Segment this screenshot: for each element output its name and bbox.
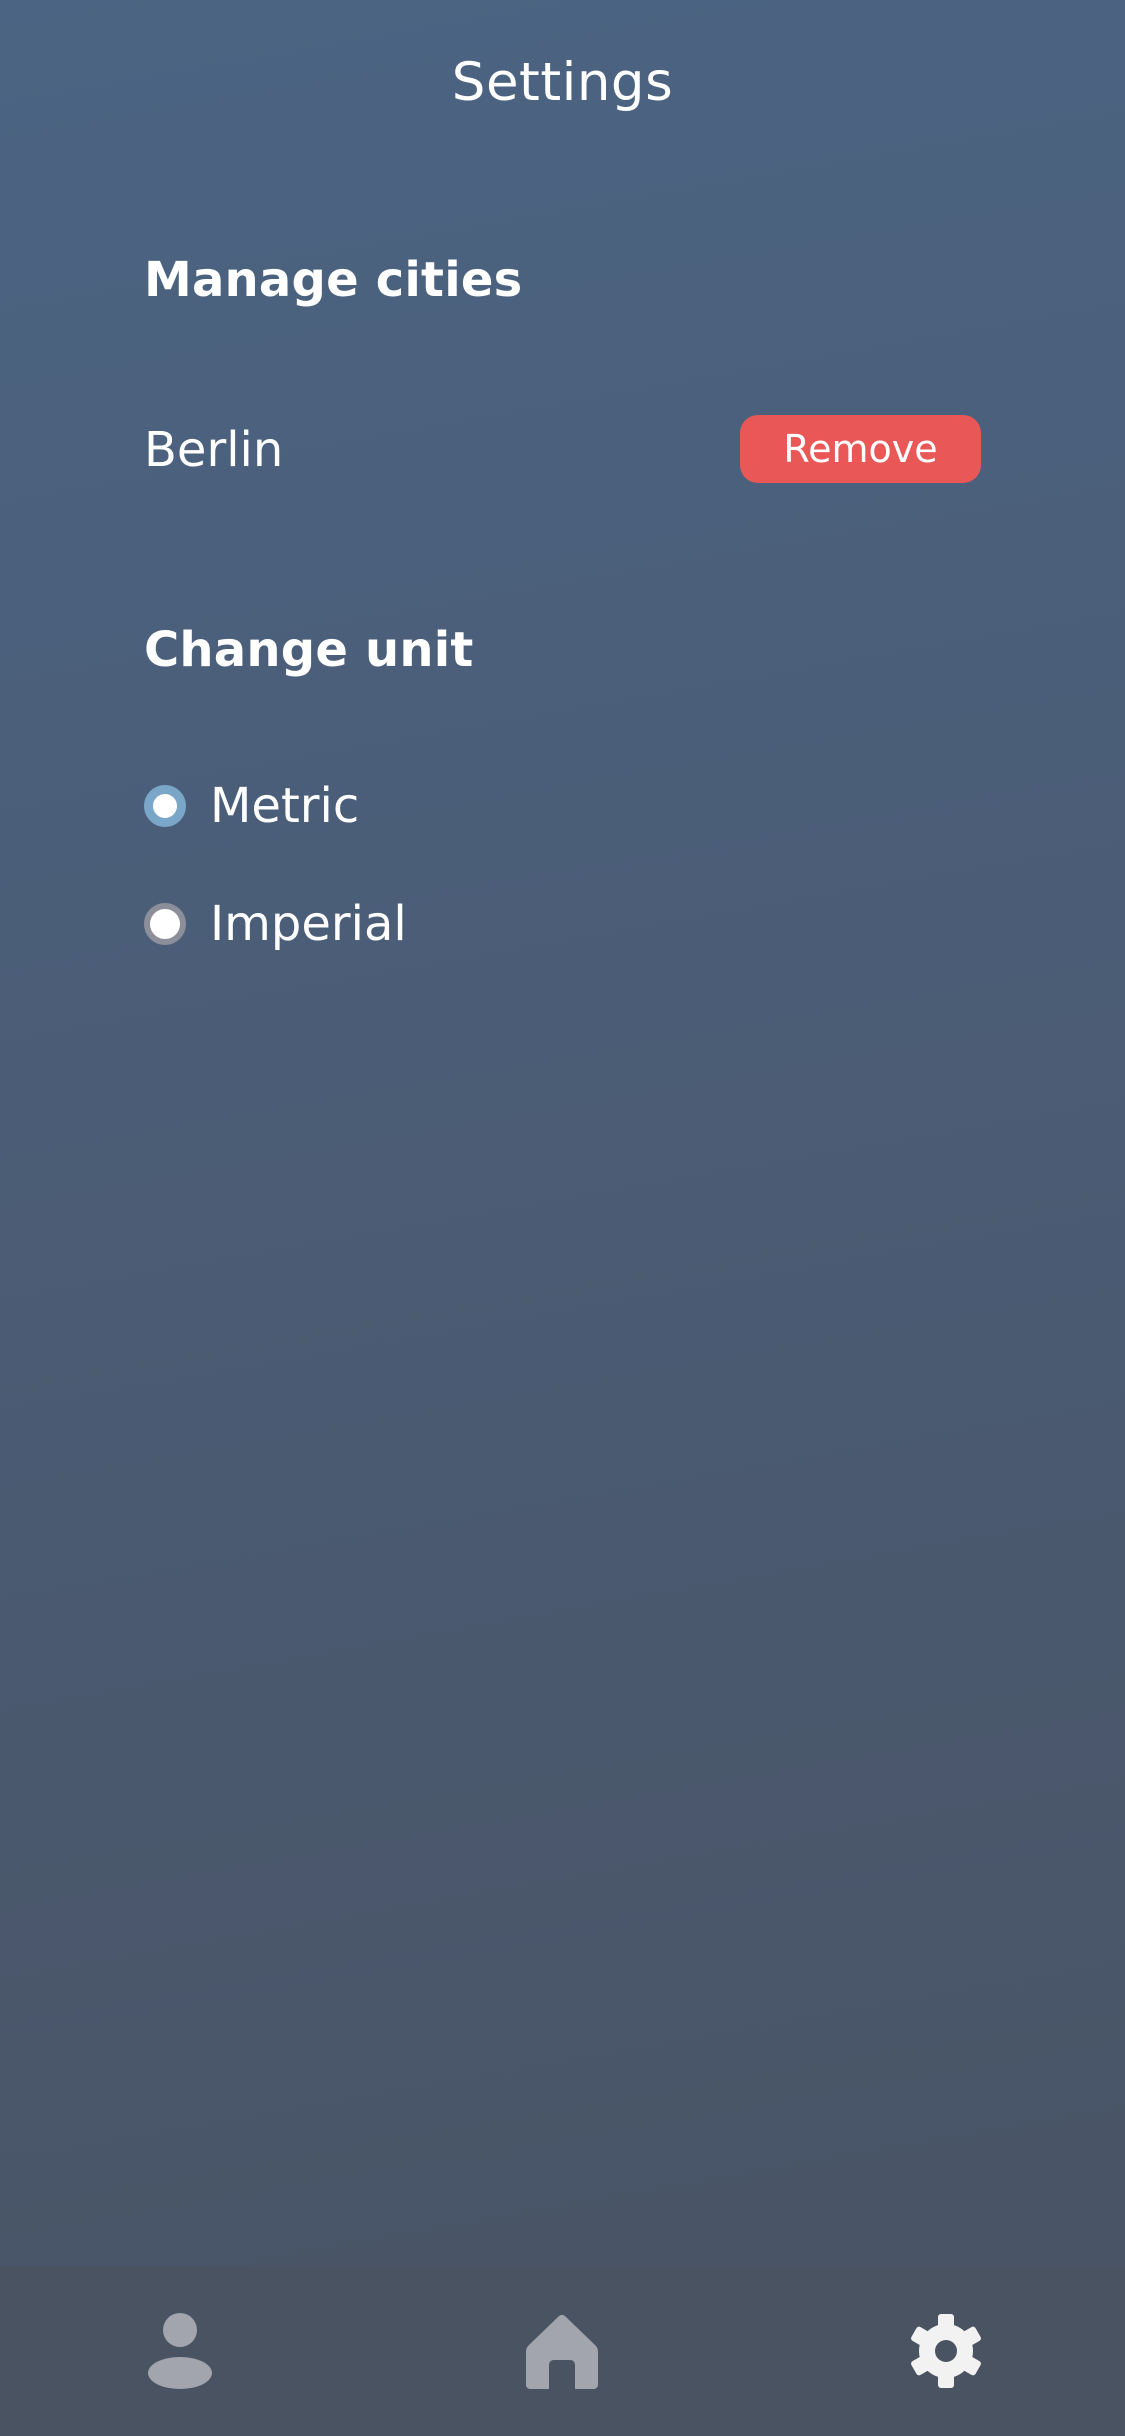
nav-home-button[interactable] [482,2266,642,2436]
change-unit-heading: Change unit [144,622,474,678]
radio-button-imperial[interactable] [144,903,186,945]
remove-city-button[interactable]: Remove [740,415,981,483]
page-title: Settings [451,52,674,113]
manage-cities-heading: Manage cities [144,252,523,308]
radio-label-imperial: Imperial [210,896,407,952]
nav-profile-button[interactable] [100,2266,260,2436]
city-row: Berlin Remove [144,410,981,490]
bottom-navigation-bar [0,2266,1125,2436]
gear-icon [911,2314,981,2388]
unit-option-metric[interactable]: Metric [144,776,359,836]
profile-icon [148,2313,212,2389]
radio-label-metric: Metric [210,778,360,834]
nav-settings-button[interactable] [866,2266,1026,2436]
unit-option-imperial[interactable]: Imperial [144,894,407,954]
home-icon [526,2315,598,2389]
city-name: Berlin [144,422,284,478]
radio-button-metric[interactable] [144,785,186,827]
